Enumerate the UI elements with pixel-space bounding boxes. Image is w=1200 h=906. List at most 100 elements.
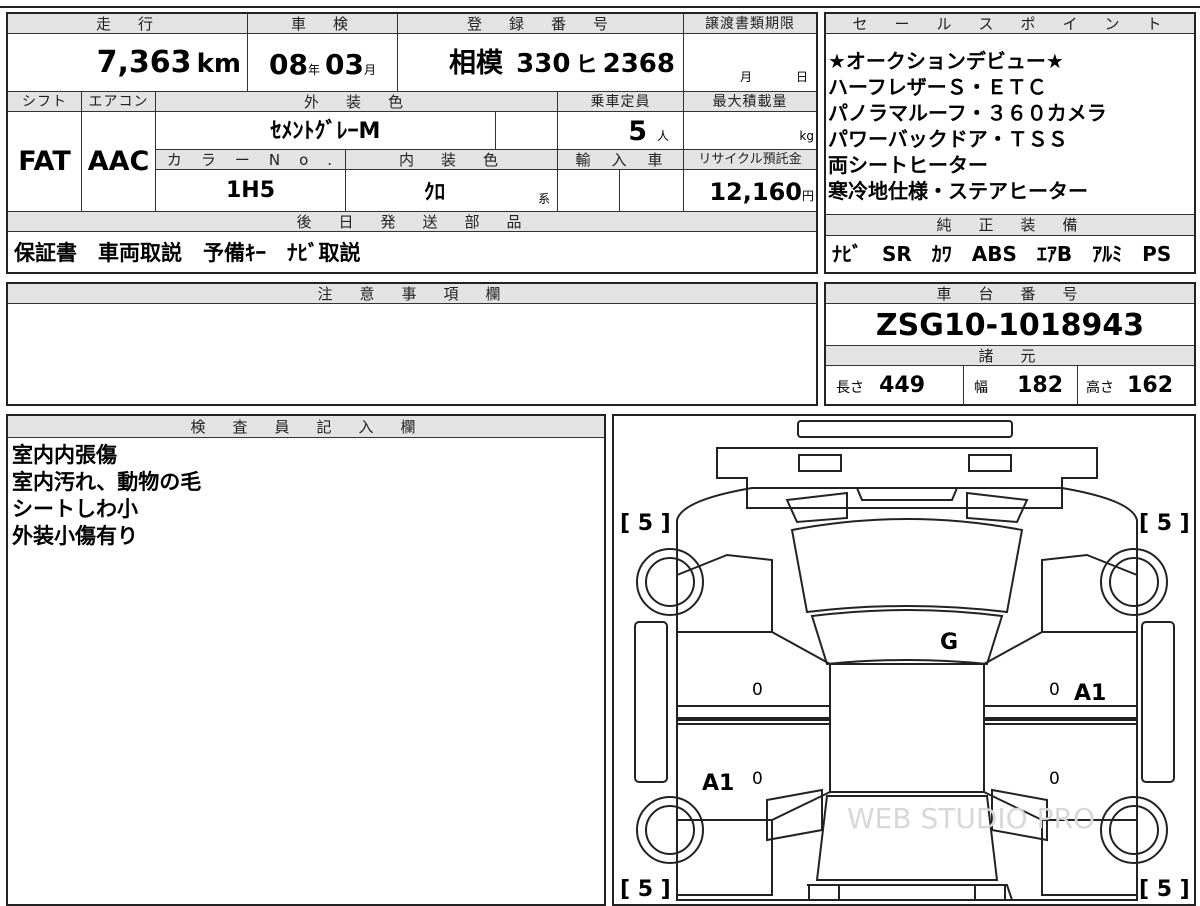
capacity-value: 5 [628,116,647,147]
inspector-note-line: シートしわ小 [12,497,138,521]
shift-header: シフト [8,92,82,112]
inspector-header: 検 査 員 記 入 欄 [8,416,604,438]
spec-height-cell: 高さ 162 [1078,366,1194,404]
inspection-header: 車 検 [248,14,398,34]
color-no-header: カ ラ ー N o . [156,150,346,170]
inspection-year-unit: 年 [307,63,320,77]
inspection-cell: 08年 03月 [248,34,398,92]
tire-grade-rear-left: [ 5 ] [620,511,671,536]
registration-number: 2368 [602,49,675,79]
mileage-header: 走 行 [8,14,248,34]
registration-class: 330 [516,49,571,79]
spec-length-value: 449 [879,373,926,398]
aircon-header: エアコン [82,92,156,112]
mark-windshield-g: G [940,630,958,655]
tire-grade-front-left: [ 5 ] [620,877,671,902]
tire-grade-rear-right: [ 5 ] [1139,511,1190,536]
interior-color-cell: ｸﾛ 系 [346,170,558,212]
import-cell-b [620,170,684,212]
shift-value: FAT [8,112,82,212]
import-cell-a [558,170,620,212]
rear-lamp-left [798,454,842,472]
inspector-box: 検 査 員 記 入 欄 室内内張傷 室内汚れ、動物の毛 シートしわ小 外装小傷有… [6,414,606,906]
car-diagram: [ 5 ] [ 5 ] [ 5 ] [ 5 ] G A1 A1 0 0 0 0 … [620,420,1190,902]
mileage-unit: km [196,49,241,79]
spec-width-cell: 幅 182 [964,366,1078,404]
roof-panel [810,609,1004,666]
zero-mark: 0 [1049,769,1060,789]
transfer-day-unit: 日 [796,70,809,84]
sales-point-line: ハーフレザーＳ・ＥＴＣ [828,75,1047,99]
tire-front-right-inner [1109,805,1159,855]
chassis-specs-box: 車 台 番 号 ZSG10-1018943 諸 元 長さ 449 幅 182 高… [824,282,1196,406]
interior-color-header: 内 装 色 [346,150,558,170]
later-parts-header: 後 日 発 送 部 品 [8,212,816,232]
registration-region: 相模 [449,48,504,79]
transfer-deadline-header: 譲渡書類期限 [684,14,816,34]
tire-rear-right-inner [1109,557,1159,607]
car-diagram-box: [ 5 ] [ 5 ] [ 5 ] [ 5 ] G A1 A1 0 0 0 0 … [612,414,1196,906]
registration-header: 登 録 番 号 [398,14,684,34]
specs-header: 諸 元 [826,346,1194,366]
rear-window-top [855,487,959,501]
aircon-value: AAC [82,112,156,212]
genuine-equipment-items: ﾅﾋﾞ SR ｶﾜ ABS ｴｱB ｱﾙﾐ PS PW [832,242,1192,266]
registration-kana: ヒ [575,53,598,78]
right-side-strip [1141,621,1175,783]
registration-cell: 相模 330 ヒ 2368 [398,34,684,92]
max-load-unit: kg [799,129,814,143]
left-side-strip [634,621,668,783]
front-lamp-right [974,884,1006,901]
recycle-fee-unit: 円 [801,189,814,203]
chassis-number: ZSG10-1018943 [826,304,1194,346]
max-load-cell: kg [684,112,816,150]
inspector-note-line: 外装小傷有り [12,524,138,548]
recycle-fee-header: リサイクル預託金 [684,150,816,170]
sales-point-line: 寒冷地仕様・ステアヒーター [828,179,1088,203]
capacity-header: 乗車定員 [558,92,684,112]
rear-bar-shape [797,420,1013,438]
notes-box: 注 意 事 項 欄 [6,282,818,406]
capacity-unit: 人 [656,129,669,143]
spec-width-value: 182 [1017,373,1064,398]
spec-height-value: 162 [1127,373,1174,398]
hood-front [802,884,1014,901]
spec-height-label: 高さ [1086,380,1114,396]
transfer-month-unit: 月 [740,70,753,84]
mileage-cell: 7,363 km [8,34,248,92]
interior-color-suffix: 系 [538,192,551,206]
import-header: 輸 入 車 [558,150,684,170]
sales-point-line: パワーバックドア・ＴＳＳ [828,127,1068,151]
notes-header: 注 意 事 項 欄 [8,284,816,304]
color-no-value: 1H5 [156,170,346,212]
mark-right-door-a1: A1 [1074,681,1106,706]
mark-left-door-a1: A1 [702,771,734,796]
zero-mark: 0 [752,680,763,700]
inspection-month: 03 [325,48,365,81]
front-lamp-left [808,884,840,901]
inspector-note-line: 室内内張傷 [12,443,117,467]
zero-mark: 0 [1049,680,1060,700]
tire-rear-left-inner [645,557,695,607]
recycle-fee-cell: 12,160円 [684,170,816,212]
inspection-month-unit: 月 [364,63,377,77]
inspector-note-line: 室内汚れ、動物の毛 [12,470,202,494]
genuine-equipment-header: 純 正 装 備 [826,214,1194,236]
recycle-fee-value: 12,160 [709,178,802,206]
mileage-value: 7,363 [96,45,192,80]
top-edge-strip [0,0,1200,8]
left-mirror [766,788,823,842]
chassis-header: 車 台 番 号 [826,284,1194,304]
max-load-header: 最大積載量 [684,92,816,112]
spec-width-label: 幅 [974,380,988,396]
sales-points-header: セ ー ル ス ポ イ ン ト [826,14,1194,34]
exterior-color-extra-cell [496,112,558,150]
sales-point-line: パノラマルーフ・３６０カメラ [828,101,1107,125]
exterior-color-header: 外 装 色 [156,92,558,112]
right-side-rear-panel [1041,553,1138,633]
vehicle-info-table: 走 行 車 検 登 録 番 号 譲渡書類期限 7,363 km 08年 03 月 … [6,12,818,274]
rear-glass [790,518,1024,614]
body-outline [676,487,1138,901]
sales-point-line: ★オークションデビュー★ [828,49,1064,73]
sales-points-list: ★オークションデビュー★ ハーフレザーＳ・ＥＴＣ パノラマルーフ・３６０カメラ … [828,48,1194,204]
